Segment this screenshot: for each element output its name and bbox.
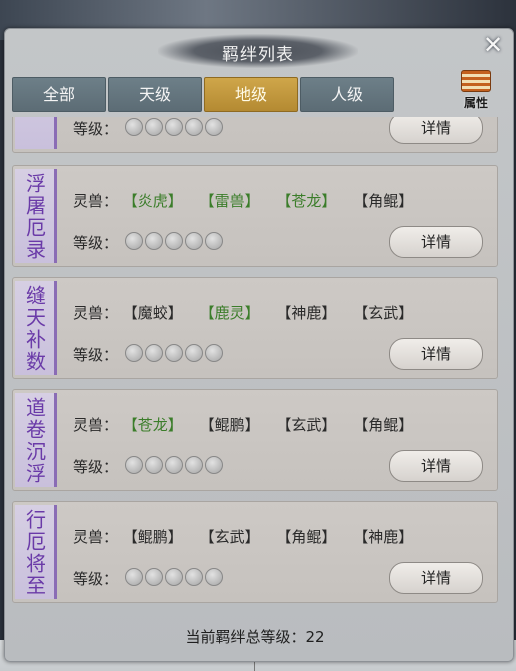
beast-name: 【鹿灵】 [199,304,260,322]
level-dot [145,232,163,250]
bond-list[interactable]: 等级： 详情 浮屠厄录 灵兽： 【炎虎】 【雷兽】 【苍龙】 【角鲲】 等级： … [12,117,498,616]
bond-name: 浮屠厄录 [22,173,47,261]
beast-name: 【苍龙】 [122,416,183,434]
bond-name: 道卷沉浮 [22,397,47,485]
level-dot [125,344,143,362]
level-dot [125,118,143,136]
level-dot [185,568,203,586]
level-label: 等级： [73,346,119,364]
beast-name: 【神鹿】 [276,304,337,322]
bond-name-tag [15,117,57,149]
detail-button[interactable]: 详情 [389,226,483,258]
level-dot [205,456,223,474]
bond-name: 缝天补数 [22,285,47,373]
beast-name: 【神鹿】 [353,528,414,546]
detail-button[interactable]: 详情 [389,338,483,370]
attributes-button[interactable]: 属性 [456,68,496,112]
level-dots [125,456,225,478]
beast-name: 【鲲鹏】 [199,416,260,434]
beast-name: 【鲲鹏】 [122,528,183,546]
detail-button[interactable]: 详情 [389,117,483,144]
beast-name: 【角鲲】 [353,192,414,210]
level-dot [185,344,203,362]
beast-name: 【魔蛟】 [122,304,183,322]
level-dot [165,232,183,250]
bond-name: 行厄将至 [22,509,47,597]
bond-name-tag: 道卷沉浮 [15,393,57,487]
level-dot [125,456,143,474]
level-label: 等级： [73,458,119,476]
beast-label: 灵兽： [73,192,119,210]
bond-card: 浮屠厄录 灵兽： 【炎虎】 【雷兽】 【苍龙】 【角鲲】 等级： 详情 [12,165,498,267]
bond-name-tag: 浮屠厄录 [15,169,57,263]
level-dots [125,344,225,366]
level-dots [125,232,225,254]
panel-title: 羁绊列表 [222,45,294,65]
beast-label: 灵兽： [73,304,119,322]
level-dots [125,118,225,140]
bond-card: 等级： 详情 [12,117,498,153]
beast-row: 灵兽： 【苍龙】 【鲲鹏】 【玄武】 【角鲲】 [73,414,425,435]
level-label: 等级： [73,234,119,252]
beast-name: 【苍龙】 [276,192,337,210]
level-dot [185,232,203,250]
bond-name-tag: 行厄将至 [15,505,57,599]
total-level-value: 22 [305,628,325,646]
bond-card: 缝天补数 灵兽： 【魔蛟】 【鹿灵】 【神鹿】 【玄武】 等级： 详情 [12,277,498,379]
level-label: 等级： [73,120,119,138]
beast-name: 【玄武】 [353,304,414,322]
level-dot [205,568,223,586]
bond-card: 行厄将至 灵兽： 【鲲鹏】 【玄武】 【角鲲】 【神鹿】 等级： 详情 [12,501,498,603]
detail-button[interactable]: 详情 [389,450,483,482]
tab-human[interactable]: 人级 [300,77,394,112]
beast-name: 【炎虎】 [122,192,183,210]
beast-row: 灵兽： 【炎虎】 【雷兽】 【苍龙】 【角鲲】 [73,190,425,211]
total-level: 当前羁绊总等级：22 [12,620,498,654]
tab-heaven[interactable]: 天级 [108,77,202,112]
beast-name: 【角鲲】 [276,528,337,546]
level-dot [205,344,223,362]
beast-name: 【玄武】 [199,528,260,546]
level-dot [185,118,203,136]
beast-name: 【玄武】 [276,416,337,434]
tab-all[interactable]: 全部 [12,77,106,112]
level-dot [125,232,143,250]
beast-name: 【雷兽】 [199,192,260,210]
beast-row: 灵兽： 【魔蛟】 【鹿灵】 【神鹿】 【玄武】 [73,302,425,323]
beast-label: 灵兽： [73,416,119,434]
level-dot [145,456,163,474]
level-dot [205,232,223,250]
attributes-icon [461,70,491,92]
close-icon[interactable]: ✕ [480,32,506,58]
level-dot [205,118,223,136]
bond-card: 道卷沉浮 灵兽： 【苍龙】 【鲲鹏】 【玄武】 【角鲲】 等级： 详情 [12,389,498,491]
level-dot [145,344,163,362]
tab-earth[interactable]: 地级 [204,77,298,112]
level-dot [185,456,203,474]
level-dot [165,456,183,474]
level-dot [145,568,163,586]
beast-row: 灵兽： 【鲲鹏】 【玄武】 【角鲲】 【神鹿】 [73,526,425,547]
total-level-label: 当前羁绊总等级： [185,628,306,646]
attributes-label: 属性 [463,96,488,110]
level-label: 等级： [73,570,119,588]
level-dot [145,118,163,136]
level-dot [125,568,143,586]
beast-name: 【角鲲】 [353,416,414,434]
level-dot [165,118,183,136]
level-dot [165,344,183,362]
level-dots [125,568,225,590]
level-dot [165,568,183,586]
detail-button[interactable]: 详情 [389,562,483,594]
bond-name-tag: 缝天补数 [15,281,57,375]
beast-label: 灵兽： [73,528,119,546]
